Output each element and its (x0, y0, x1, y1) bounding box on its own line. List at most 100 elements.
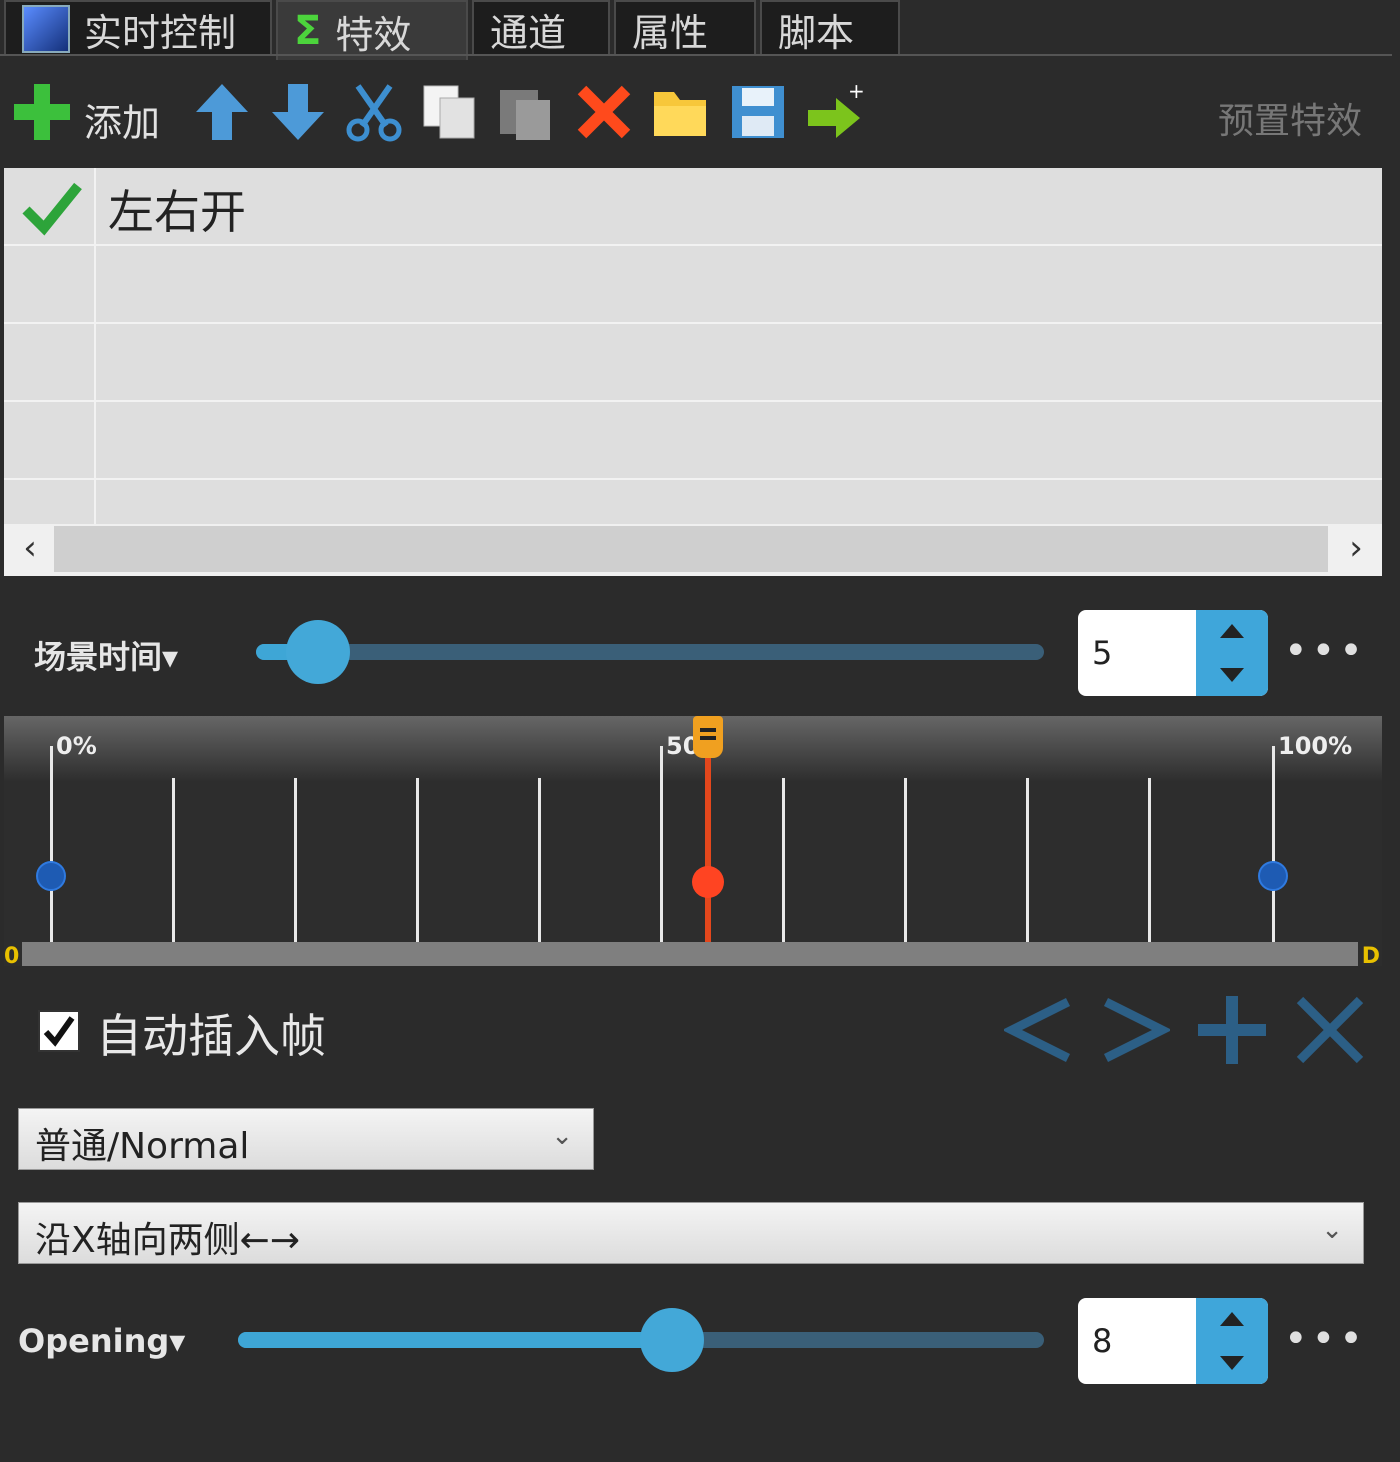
opening-label[interactable]: Opening▾ (18, 1322, 185, 1360)
tab-effects[interactable]: Σ 特效 (276, 0, 468, 60)
list-item-empty (4, 324, 1382, 402)
scene-time-label[interactable]: 场景时间▾ (34, 632, 178, 678)
spin-arrows-icon (1220, 1312, 1244, 1370)
playhead-line (705, 746, 711, 942)
timeline-label-start: 0% (56, 732, 97, 760)
prev-keyframe-button[interactable] (1004, 994, 1076, 1066)
floppy-disk-icon (732, 86, 784, 138)
auto-insert-checkbox[interactable] (38, 1010, 80, 1052)
arrow-right-plus-icon: + (808, 80, 865, 138)
scene-time-value: 5 (1092, 634, 1113, 672)
playhead-marker[interactable] (692, 866, 724, 898)
mode-select[interactable]: 普通/Normal ⌄ (18, 1108, 594, 1170)
keyframe-timeline[interactable]: 0% 50 100% 0 D (4, 716, 1382, 969)
opening-fill (238, 1332, 672, 1348)
playhead-handle[interactable] (693, 716, 723, 758)
effect-name: 左右开 (108, 185, 246, 239)
checkmark-icon[interactable] (20, 176, 84, 240)
timeline-tick (172, 778, 175, 942)
scroll-right-icon[interactable]: › (1336, 528, 1376, 568)
timeline-tick (1026, 778, 1029, 942)
plus-icon (1198, 996, 1266, 1064)
timeline-tick (1148, 778, 1151, 942)
checkbox-check-icon (43, 1016, 75, 1047)
scroll-left-icon[interactable]: ‹ (10, 528, 50, 568)
opening-more-button[interactable]: ••• (1284, 1316, 1367, 1362)
list-item-empty (4, 246, 1382, 324)
timeline-tick (50, 746, 53, 942)
tab-label: 通道 (490, 10, 567, 55)
chevron-left-icon (1004, 997, 1071, 1063)
timeline-label-end: 100% (1278, 732, 1353, 760)
cut-button[interactable] (342, 80, 406, 144)
tab-label: 实时控制 (84, 10, 237, 55)
open-folder-button[interactable] (648, 80, 712, 144)
move-down-button[interactable] (266, 80, 330, 144)
arrow-up-icon (196, 84, 248, 140)
timeline-tick (1272, 746, 1275, 942)
grip-lines-icon (700, 728, 716, 740)
chevron-down-icon: ⌄ (551, 1121, 573, 1151)
direction-select-value: 沿X轴向两侧←→ (35, 1220, 300, 1261)
delete-button[interactable] (572, 80, 636, 144)
timeline-tick (660, 746, 663, 942)
opening-knob[interactable] (640, 1308, 704, 1372)
delete-x-icon (577, 85, 631, 139)
next-keyframe-button[interactable] (1098, 994, 1170, 1066)
tab-label: 脚本 (778, 10, 855, 55)
save-button[interactable] (726, 80, 790, 144)
tab-script[interactable]: 脚本 (760, 0, 900, 56)
add-label[interactable]: 添加 (84, 92, 160, 147)
scene-time-more-button[interactable]: ••• (1284, 628, 1367, 674)
sigma-icon: Σ (294, 8, 322, 54)
timeline-tick (294, 778, 297, 942)
list-item-empty (4, 402, 1382, 480)
mode-select-value: 普通/Normal (35, 1126, 250, 1167)
keyframe-marker[interactable] (36, 861, 66, 891)
timeline-base-bar (22, 942, 1358, 966)
export-button[interactable]: + (804, 80, 868, 144)
list-item[interactable]: 左右开 (4, 168, 1382, 246)
scene-time-stepper[interactable]: 5 (1078, 610, 1268, 696)
copy-button[interactable] (418, 80, 482, 144)
paste-button[interactable] (494, 80, 558, 144)
delete-keyframe-button[interactable] (1294, 994, 1366, 1066)
chevron-right-icon (1103, 997, 1170, 1063)
copy-icon (423, 85, 475, 139)
timeline-tick (416, 778, 419, 942)
opening-stepper[interactable]: 8 (1078, 1298, 1268, 1384)
auto-insert-label[interactable]: 自动插入帧 (96, 1000, 326, 1066)
preset-effects-link[interactable]: 预置特效 (1218, 92, 1362, 144)
direction-select[interactable]: 沿X轴向两侧←→ ⌄ (18, 1202, 1364, 1264)
timeline-start-marker: 0 (4, 944, 20, 969)
tab-label: 特效 (335, 12, 412, 57)
keyframe-marker[interactable] (1258, 861, 1288, 891)
tab-channel[interactable]: 通道 (472, 0, 610, 56)
move-up-button[interactable] (190, 80, 254, 144)
chevron-down-icon: ⌄ (1321, 1215, 1343, 1245)
scene-time-track[interactable] (256, 644, 1044, 660)
timeline-tick (904, 778, 907, 942)
tab-properties[interactable]: 属性 (614, 0, 756, 56)
square-blue-icon (22, 5, 70, 53)
svg-text:+: + (848, 80, 865, 103)
spin-arrows-icon (1220, 624, 1244, 682)
list-horizontal-scrollbar[interactable]: ‹ › (4, 524, 1382, 576)
scene-time-knob[interactable] (286, 620, 350, 684)
scissors-icon (346, 84, 402, 142)
tab-label: 属性 (632, 10, 709, 55)
tab-divider (0, 54, 1392, 56)
opening-spin[interactable] (1196, 1298, 1268, 1384)
effects-toolbar: 添加 + 预置特效 (4, 60, 1382, 166)
effects-list: 左右开 (4, 168, 1382, 524)
scrollbar-thumb[interactable] (54, 526, 1328, 572)
arrow-down-icon (272, 84, 324, 140)
tab-bar: 实时控制 Σ 特效 通道 属性 脚本 (0, 0, 1400, 60)
add-keyframe-button[interactable] (1196, 994, 1268, 1066)
plus-icon (14, 84, 70, 140)
scene-time-spin[interactable] (1196, 610, 1268, 696)
list-column-divider (94, 168, 96, 524)
add-button[interactable] (10, 80, 74, 144)
timeline-tick (782, 778, 785, 942)
tab-realtime-control[interactable]: 实时控制 (4, 0, 272, 56)
